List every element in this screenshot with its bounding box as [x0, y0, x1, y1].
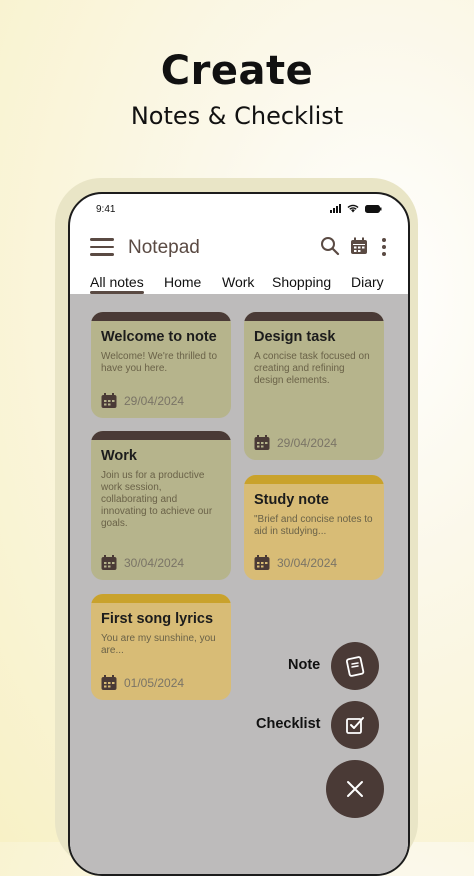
calendar-icon — [101, 675, 117, 690]
hamburger-menu-icon[interactable] — [90, 238, 114, 258]
note-date-text: 29/04/2024 — [277, 435, 338, 450]
note-date-text: 30/04/2024 — [124, 555, 185, 570]
new-checklist-button[interactable] — [331, 701, 379, 749]
note-date: 30/04/2024 — [254, 555, 337, 570]
promo-subtitle: Notes & Checklist — [130, 102, 344, 130]
note-date: 30/04/2024 — [101, 555, 184, 570]
note-title: Study note — [254, 492, 329, 508]
fab-note-label[interactable]: Note — [288, 657, 320, 673]
calendar-icon — [101, 393, 117, 408]
phone-screen: 9:41 Notepad All notes Home Work Shoppin… — [68, 192, 410, 876]
app-title: Notepad — [128, 237, 200, 258]
status-time: 9:41 — [96, 204, 116, 215]
note-preview: Welcome! We're thrilled to have you here… — [101, 351, 218, 374]
notes-grid: Welcome to note Welcome! We're thrilled … — [70, 294, 408, 874]
search-icon[interactable] — [320, 236, 340, 261]
checklist-icon — [346, 717, 364, 734]
note-date: 01/05/2024 — [101, 675, 184, 690]
note-title: First song lyrics — [101, 611, 214, 627]
note-color-band — [91, 312, 231, 321]
tab-diary[interactable]: Diary — [351, 274, 384, 290]
note-color-band — [244, 475, 384, 484]
more-options-icon[interactable] — [382, 238, 388, 259]
note-date-text: 29/04/2024 — [124, 393, 185, 408]
note-card[interactable]: Welcome to note Welcome! We're thrilled … — [91, 312, 231, 418]
note-color-band — [244, 312, 384, 321]
close-fab-menu-button[interactable] — [326, 760, 384, 818]
note-date: 29/04/2024 — [101, 393, 184, 408]
note-preview: A concise task focused on creating and r… — [254, 351, 370, 386]
new-note-button[interactable] — [331, 642, 379, 690]
note-preview: Join us for a productive work session, c… — [101, 470, 213, 529]
note-date: 29/04/2024 — [254, 435, 337, 450]
calendar-icon — [254, 435, 270, 450]
calendar-icon — [101, 555, 117, 570]
app-bar: Notepad — [70, 230, 408, 270]
tab-shopping[interactable]: Shopping — [272, 274, 331, 290]
note-date-text: 01/05/2024 — [124, 675, 185, 690]
note-title: Welcome to note — [101, 329, 217, 345]
note-card[interactable]: Design task A concise task focused on cr… — [244, 312, 384, 460]
note-color-band — [91, 431, 231, 440]
close-icon — [347, 781, 363, 797]
tab-work[interactable]: Work — [222, 274, 254, 290]
note-preview: You are my sunshine, you are... — [101, 633, 216, 656]
promo-header: Create Notes & Checklist — [0, 48, 474, 130]
tab-all-notes[interactable]: All notes — [90, 274, 144, 290]
signal-icon — [330, 204, 341, 213]
calendar-icon[interactable] — [350, 237, 368, 260]
promo-title: Create — [160, 48, 314, 94]
note-title: Work — [101, 448, 137, 464]
status-icons — [330, 204, 382, 213]
note-color-band — [91, 594, 231, 603]
note-preview: "Brief and concise notes to aid in study… — [254, 514, 373, 537]
note-icon — [345, 656, 365, 677]
status-bar: 9:41 — [96, 204, 382, 218]
wifi-icon — [347, 204, 359, 213]
note-card[interactable]: Study note "Brief and concise notes to a… — [244, 475, 384, 580]
note-title: Design task — [254, 329, 336, 345]
tab-home[interactable]: Home — [164, 274, 201, 290]
note-card[interactable]: Work Join us for a productive work sessi… — [91, 431, 231, 580]
note-date-text: 30/04/2024 — [277, 555, 338, 570]
fab-checklist-label[interactable]: Checklist — [256, 716, 320, 732]
calendar-icon — [254, 555, 270, 570]
battery-icon — [365, 204, 382, 213]
note-card[interactable]: First song lyrics You are my sunshine, y… — [91, 594, 231, 700]
